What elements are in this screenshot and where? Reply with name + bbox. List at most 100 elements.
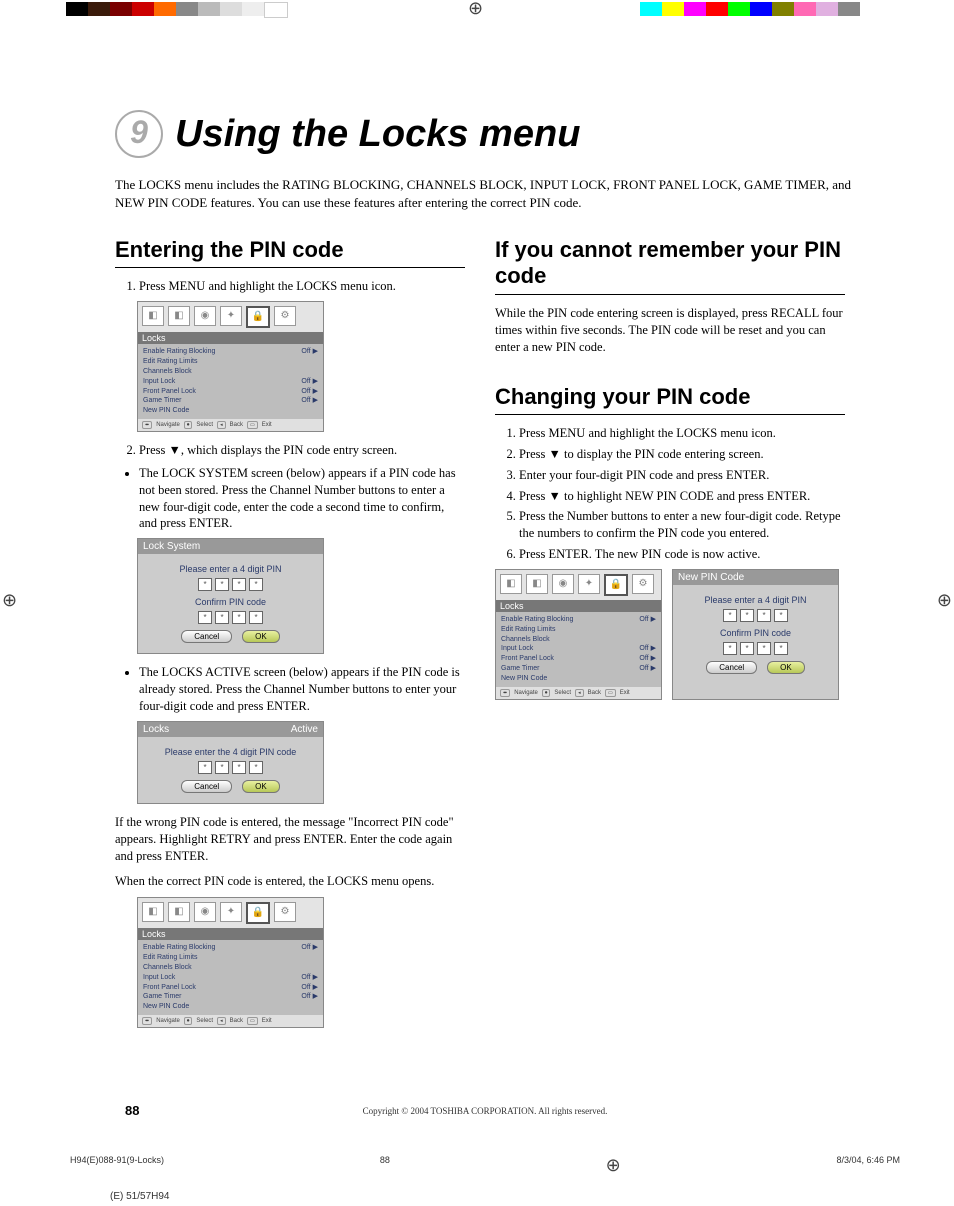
osd-tab-icon: ◧ bbox=[142, 902, 164, 922]
print-imprint: H94(E)088-91(9-Locks) 88 ⊕ 8/3/04, 6:46 … bbox=[70, 1155, 900, 1176]
pin-digit: * bbox=[232, 611, 246, 624]
pin-entry: * * * * bbox=[144, 578, 317, 591]
osd-new-pin-dialog: New PIN Code Please enter a 4 digit PIN … bbox=[672, 569, 839, 700]
chapter-title: Using the Locks menu bbox=[175, 115, 580, 153]
osd-tab-icon: ◉ bbox=[194, 306, 216, 326]
imprint-pagenum: 88 bbox=[380, 1155, 390, 1176]
dialog-title: New PIN Code bbox=[678, 572, 744, 583]
entering-bullets: The LOCK SYSTEM screen (below) appears i… bbox=[115, 465, 465, 533]
osd-tab-icon: ◧ bbox=[168, 306, 190, 326]
step: Press ▼ to highlight NEW PIN CODE and pr… bbox=[519, 488, 845, 505]
cancel-button: Cancel bbox=[181, 780, 232, 793]
pin-digit: * bbox=[249, 578, 263, 591]
ok-button: OK bbox=[242, 630, 280, 643]
pin-digit: * bbox=[215, 578, 229, 591]
pin-digit: * bbox=[757, 642, 771, 655]
pin-digit: * bbox=[723, 642, 737, 655]
osd-tab-icon: ✦ bbox=[220, 902, 242, 922]
section-heading-changing: Changing your PIN code bbox=[495, 384, 845, 410]
osd-tab-icon: ◧ bbox=[526, 574, 548, 594]
osd-tab-icon: ⚙ bbox=[632, 574, 654, 594]
osd-locks-menu: ◧ ◧ ◉ ✦ 🔒 ⚙ Locks Enable Rating Blocking… bbox=[137, 897, 324, 1028]
entering-bullets-2: The LOCKS ACTIVE screen (below) appears … bbox=[115, 664, 465, 715]
color-bar-right bbox=[640, 2, 860, 16]
osd-locks-menu: ◧ ◧ ◉ ✦ 🔒 ⚙ Locks Enable Rating Blocking… bbox=[137, 301, 324, 432]
section-heading-forgot: If you cannot remember your PIN code bbox=[495, 237, 845, 290]
osd-tab-locks-icon: 🔒 bbox=[604, 574, 628, 596]
entering-steps-cont: Press ▼, which displays the PIN code ent… bbox=[115, 442, 465, 459]
osd-tab-icon: ◧ bbox=[142, 306, 164, 326]
pin-digit: * bbox=[215, 761, 229, 774]
registration-mark-icon: ⊕ bbox=[468, 0, 483, 19]
page-content: 9 Using the Locks menu The LOCKS menu in… bbox=[115, 110, 855, 1038]
imprint-date: 8/3/04, 6:46 PM bbox=[836, 1155, 900, 1176]
osd-tab-icon: ◧ bbox=[500, 574, 522, 594]
rule bbox=[495, 414, 845, 415]
forgot-body: While the PIN code entering screen is di… bbox=[495, 305, 845, 356]
copyright-footer: Copyright © 2004 TOSHIBA CORPORATION. Al… bbox=[115, 1106, 855, 1116]
dialog-title: Locks bbox=[143, 724, 169, 735]
osd-tab-icon: ◉ bbox=[552, 574, 574, 594]
pin-digit: * bbox=[757, 609, 771, 622]
section-heading-entering: Entering the PIN code bbox=[115, 237, 465, 263]
osd-locks-menu: ◧ ◧ ◉ ✦ 🔒 ⚙ Locks Enable Rating Blocking… bbox=[495, 569, 662, 700]
dialog-title: Lock System bbox=[143, 541, 200, 552]
pin-digit: * bbox=[198, 578, 212, 591]
pin-digit: * bbox=[723, 609, 737, 622]
osd-tab-icon: ◉ bbox=[194, 902, 216, 922]
ok-button: OK bbox=[767, 661, 805, 674]
pin-entry: * * * * bbox=[144, 761, 317, 774]
imprint-file: H94(E)088-91(9-Locks) bbox=[70, 1155, 164, 1176]
chapter-heading: 9 Using the Locks menu bbox=[115, 110, 855, 158]
registration-mark-icon: ⊕ bbox=[606, 1155, 621, 1176]
osd-tab-icon: ✦ bbox=[578, 574, 600, 594]
osd-body: Enable Rating BlockingOff▶ Edit Rating L… bbox=[138, 344, 323, 419]
pin-digit: * bbox=[249, 761, 263, 774]
osd-tab-locks-icon: 🔒 bbox=[246, 306, 270, 328]
osd-tab-locks-icon: 🔒 bbox=[246, 902, 270, 924]
pin-digit: * bbox=[740, 609, 754, 622]
left-column: Entering the PIN code Press MENU and hig… bbox=[115, 237, 465, 1038]
step: Press MENU and highlight the LOCKS menu … bbox=[519, 425, 845, 442]
model-stamp: (E) 51/57H94 bbox=[110, 1191, 169, 1202]
pin-digit: * bbox=[774, 609, 788, 622]
pin-digit: * bbox=[232, 578, 246, 591]
cancel-button: Cancel bbox=[706, 661, 757, 674]
osd-title: Locks bbox=[138, 332, 323, 344]
pin-digit: * bbox=[215, 611, 229, 624]
osd-pair: ◧ ◧ ◉ ✦ 🔒 ⚙ Locks Enable Rating Blocking… bbox=[495, 569, 845, 700]
rule bbox=[495, 294, 845, 295]
osd-tab-icon: ⚙ bbox=[274, 902, 296, 922]
bullet: The LOCK SYSTEM screen (below) appears i… bbox=[139, 465, 465, 533]
dialog-msg: Please enter a 4 digit PIN bbox=[144, 564, 317, 574]
entering-steps: Press MENU and highlight the LOCKS menu … bbox=[115, 278, 465, 295]
rule bbox=[115, 267, 465, 268]
step: Press the Number buttons to enter a new … bbox=[519, 508, 845, 542]
osd-locks-active-dialog: Locks Active Please enter the 4 digit PI… bbox=[137, 721, 324, 804]
osd-tab-row: ◧ ◧ ◉ ✦ 🔒 ⚙ bbox=[138, 302, 323, 332]
osd-tab-icon: ⚙ bbox=[274, 306, 296, 326]
ok-button: OK bbox=[242, 780, 280, 793]
intro-paragraph: The LOCKS menu includes the RATING BLOCK… bbox=[115, 176, 855, 211]
osd-tab-icon: ✦ bbox=[220, 306, 242, 326]
right-column: If you cannot remember your PIN code Whi… bbox=[495, 237, 845, 1038]
pin-digit: * bbox=[774, 642, 788, 655]
chapter-number: 9 bbox=[115, 110, 163, 158]
pin-digit: * bbox=[232, 761, 246, 774]
osd-tab-icon: ◧ bbox=[168, 902, 190, 922]
pin-entry: * * * * bbox=[144, 611, 317, 624]
dialog-msg: Please enter the 4 digit PIN code bbox=[144, 747, 317, 757]
osd-footer: ⬌Navigate ⏺Select ◂Back ▭Exit bbox=[138, 419, 323, 431]
step: Enter your four-digit PIN code and press… bbox=[519, 467, 845, 484]
two-columns: Entering the PIN code Press MENU and hig… bbox=[115, 237, 855, 1038]
pin-digit: * bbox=[198, 761, 212, 774]
step: Press ▼ to display the PIN code entering… bbox=[519, 446, 845, 463]
dialog-status: Active bbox=[291, 724, 318, 735]
step: Press MENU and highlight the LOCKS menu … bbox=[139, 278, 465, 295]
pin-digit: * bbox=[249, 611, 263, 624]
bullet: The LOCKS ACTIVE screen (below) appears … bbox=[139, 664, 465, 715]
registration-top: ⊕ bbox=[0, 0, 954, 32]
correct-pin-paragraph: When the correct PIN code is entered, th… bbox=[115, 873, 465, 890]
cancel-button: Cancel bbox=[181, 630, 232, 643]
dialog-msg: Confirm PIN code bbox=[144, 597, 317, 607]
